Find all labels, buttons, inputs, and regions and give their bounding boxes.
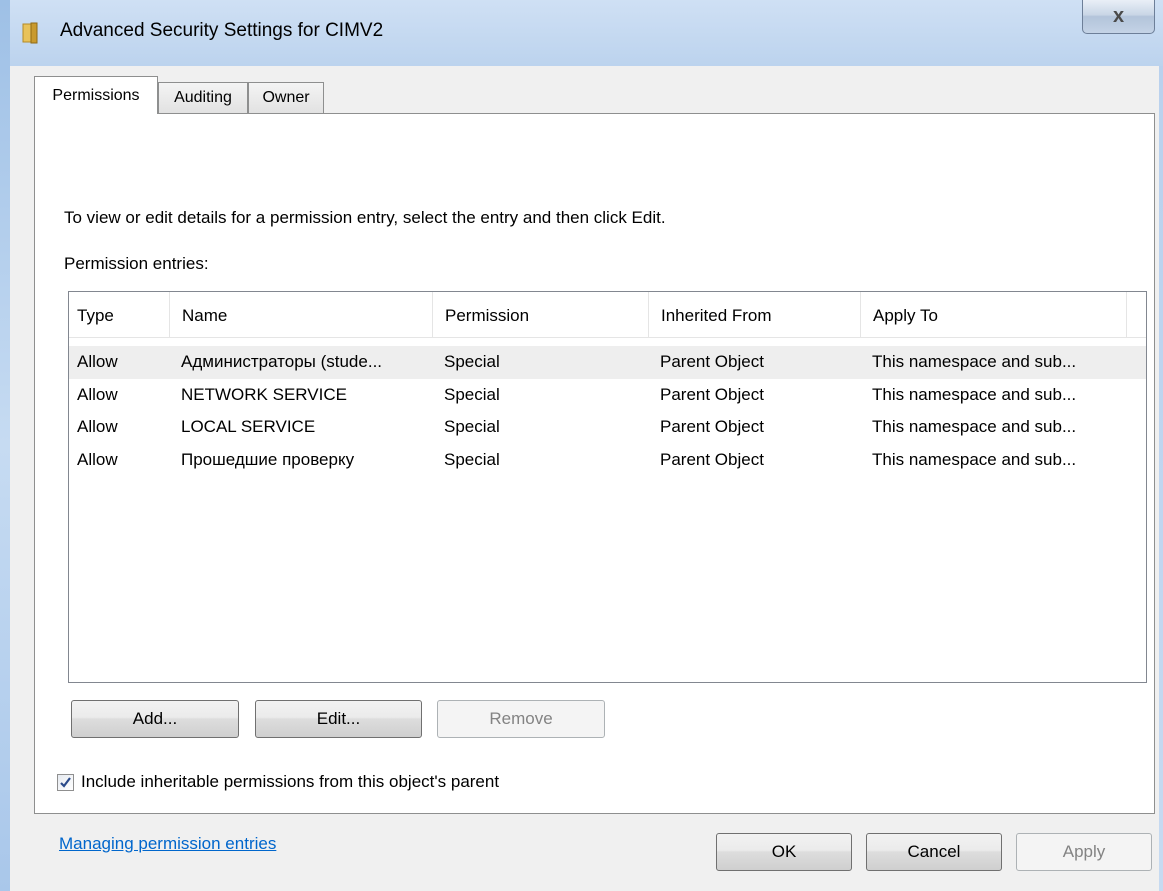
remove-button-label: Remove	[489, 709, 553, 728]
cell-name: LOCAL SERVICE	[181, 417, 316, 436]
add-button[interactable]: Add...	[71, 700, 239, 738]
tab-auditing[interactable]: Auditing	[158, 82, 248, 113]
table-row[interactable]: Allow Прошедшие проверку Special Parent …	[69, 444, 1146, 477]
column-header-label: Type	[77, 306, 114, 325]
cell-inherited-from: Parent Object	[660, 352, 764, 371]
column-header-label: Name	[182, 306, 228, 325]
add-button-label: Add...	[132, 709, 178, 728]
permission-entries-label: Permission entries:	[64, 254, 209, 273]
column-header-type[interactable]: Type	[69, 292, 169, 338]
table-row[interactable]: Allow Администраторы (stude... Special P…	[69, 346, 1146, 379]
cell-inherited-from: Parent Object	[660, 417, 764, 436]
cell-inherited-from: Parent Object	[660, 450, 764, 469]
table-row[interactable]: Allow NETWORK SERVICE Special Parent Obj…	[69, 379, 1146, 412]
ok-button-label: OK	[771, 842, 797, 861]
instruction-text: To view or edit details for a permission…	[64, 208, 666, 227]
column-header-label: Permission	[445, 306, 530, 325]
column-header-apply-to[interactable]: Apply To	[860, 292, 1127, 338]
cell-permission: Special	[444, 450, 500, 469]
managing-permission-entries-link[interactable]: Managing permission entries	[59, 834, 276, 854]
permission-entries-list[interactable]: Type Name Permission Inherited From Appl…	[68, 291, 1147, 683]
include-inheritable-checkbox-row[interactable]: Include inheritable permissions from thi…	[57, 772, 499, 792]
cell-type: Allow	[77, 385, 118, 404]
apply-button[interactable]: Apply	[1016, 833, 1152, 871]
column-header-inherited-from[interactable]: Inherited From	[648, 292, 860, 338]
apply-button-label: Apply	[1062, 842, 1106, 861]
cell-apply-to: This namespace and sub...	[872, 417, 1077, 436]
column-header-label: Inherited From	[661, 306, 772, 325]
window-border	[0, 0, 10, 891]
cell-apply-to: This namespace and sub...	[872, 450, 1077, 469]
tab-label: Permissions	[52, 87, 140, 104]
cell-type: Allow	[77, 417, 118, 436]
remove-button[interactable]: Remove	[437, 700, 605, 738]
cell-permission: Special	[444, 352, 500, 371]
close-icon: x	[1112, 5, 1125, 27]
cell-inherited-from: Parent Object	[660, 385, 764, 404]
cancel-button[interactable]: Cancel	[866, 833, 1002, 871]
column-header-label: Apply To	[873, 306, 938, 325]
cell-name: Администраторы (stude...	[181, 352, 383, 371]
tab-permissions[interactable]: Permissions	[34, 76, 158, 114]
tab-label: Owner	[262, 89, 310, 106]
table-row[interactable]: Allow LOCAL SERVICE Special Parent Objec…	[69, 411, 1146, 444]
cell-name: Прошедшие проверку	[181, 450, 355, 469]
ok-button[interactable]: OK	[716, 833, 852, 871]
cell-permission: Special	[444, 417, 500, 436]
tab-label: Auditing	[174, 89, 232, 106]
dialog-window: Advanced Security Settings for CIMV2 x P…	[0, 0, 1163, 891]
cell-type: Allow	[77, 450, 118, 469]
checkmark-icon	[60, 776, 71, 788]
edit-button[interactable]: Edit...	[255, 700, 422, 738]
cell-type: Allow	[77, 352, 118, 371]
window-title: Advanced Security Settings for CIMV2	[60, 20, 384, 41]
cancel-button-label: Cancel	[907, 842, 961, 861]
include-inheritable-checkbox[interactable]	[57, 773, 74, 791]
include-inheritable-label: Include inheritable permissions from thi…	[81, 772, 500, 791]
folder-icon	[22, 22, 38, 44]
list-header: Type Name Permission Inherited From Appl…	[69, 292, 1146, 338]
cell-permission: Special	[444, 385, 500, 404]
column-header-permission[interactable]: Permission	[432, 292, 648, 338]
edit-button-label: Edit...	[316, 709, 361, 728]
cell-name: NETWORK SERVICE	[181, 385, 347, 404]
cell-apply-to: This namespace and sub...	[872, 352, 1077, 371]
permissions-panel: To view or edit details for a permission…	[34, 113, 1155, 853]
close-button[interactable]: x	[1082, 0, 1155, 34]
title-bar[interactable]: Advanced Security Settings for CIMV2 x	[0, 0, 1163, 66]
column-header-name[interactable]: Name	[169, 292, 432, 338]
client-area: Permissions Auditing Owner To view or ed…	[10, 66, 1159, 891]
cell-apply-to: This namespace and sub...	[872, 385, 1077, 404]
tab-owner[interactable]: Owner	[248, 82, 324, 113]
